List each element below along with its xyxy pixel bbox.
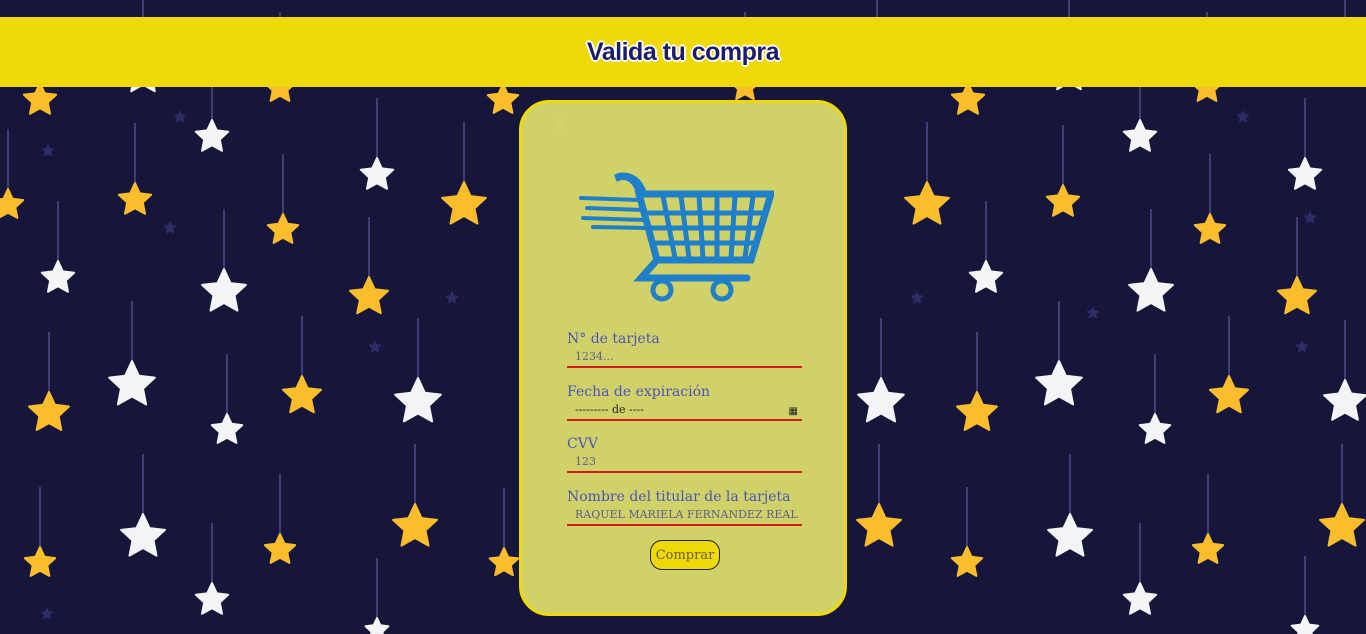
- star-icon: [856, 503, 902, 547]
- star-icon: [349, 276, 389, 315]
- star-icon: [1191, 533, 1225, 564]
- card-number-field: N° de tarjeta 1234...: [567, 331, 802, 368]
- cvv-input[interactable]: 123: [567, 454, 802, 473]
- star-icon: [28, 391, 70, 431]
- star-icon: [117, 182, 153, 215]
- page-title: Valida tu compra: [586, 37, 780, 66]
- star-icon: [22, 82, 58, 115]
- small-star-icon: [173, 110, 187, 123]
- cvv-field: CVV 123: [567, 436, 802, 473]
- small-star-icon: [368, 340, 382, 353]
- star-icon: [441, 181, 487, 225]
- card-number-label: N° de tarjeta: [567, 331, 660, 347]
- star-icon: [201, 268, 247, 312]
- small-star-icon: [1295, 340, 1309, 353]
- star-icon: [950, 82, 986, 115]
- star-icon: [282, 375, 322, 414]
- star-icon: [1319, 503, 1365, 547]
- small-star-icon: [1303, 211, 1317, 224]
- card-number-input[interactable]: 1234...: [567, 349, 802, 368]
- star-icon: [359, 157, 395, 190]
- small-star-icon: [41, 144, 55, 157]
- expiration-field: Fecha de expiración --------- de ---- ▦: [567, 384, 802, 421]
- star-icon: [40, 260, 76, 293]
- star-icon: [1047, 513, 1093, 557]
- expiration-value: --------- de ----: [575, 403, 644, 416]
- star-icon: [392, 503, 438, 547]
- star-icon: [950, 546, 984, 577]
- star-icon: [857, 377, 905, 423]
- star-icon: [1193, 213, 1227, 244]
- star-icon: [488, 547, 520, 577]
- star-icon: [956, 391, 998, 431]
- star-icon: [1209, 375, 1249, 414]
- holder-name-input[interactable]: RAQUEL MARIELA FERNANDEZ REAL: [567, 507, 802, 526]
- calendar-icon[interactable]: ▦: [789, 404, 798, 419]
- star-icon: [1138, 413, 1172, 444]
- star-icon: [1290, 615, 1320, 634]
- star-icon: [1122, 119, 1158, 152]
- shopping-cart-icon: [579, 172, 774, 302]
- star-icon: [904, 181, 950, 225]
- star-icon: [1277, 276, 1317, 315]
- star-icon: [0, 188, 25, 219]
- star-icon: [394, 377, 442, 423]
- payment-card: N° de tarjeta 1234... Fecha de expiració…: [519, 100, 847, 616]
- star-icon: [266, 213, 300, 244]
- star-icon: [194, 119, 230, 152]
- buy-button[interactable]: Comprar: [650, 540, 720, 570]
- small-star-icon: [1086, 306, 1100, 319]
- star-icon: [1287, 157, 1323, 190]
- small-star-icon: [163, 221, 177, 234]
- star-icon: [1323, 379, 1366, 421]
- star-icon: [120, 513, 166, 557]
- expiration-input[interactable]: --------- de ---- ▦: [567, 402, 802, 421]
- star-icon: [364, 617, 390, 634]
- cvv-label: CVV: [567, 436, 598, 452]
- header-bar: Valida tu compra: [0, 17, 1366, 87]
- star-icon: [1035, 360, 1083, 406]
- star-icon: [108, 360, 156, 406]
- star-icon: [968, 260, 1004, 293]
- small-star-icon: [40, 607, 54, 620]
- small-star-icon: [445, 291, 459, 304]
- star-icon: [194, 582, 230, 615]
- holder-name-label: Nombre del titular de la tarjeta: [567, 489, 791, 505]
- expiration-label: Fecha de expiración: [567, 384, 711, 400]
- star-icon: [1128, 268, 1174, 312]
- star-icon: [1045, 184, 1081, 217]
- star-icon: [486, 83, 520, 114]
- holder-name-field: Nombre del titular de la tarjeta RAQUEL …: [567, 489, 802, 526]
- star-icon: [23, 546, 57, 577]
- star-icon: [210, 413, 244, 444]
- small-star-icon: [910, 291, 924, 304]
- small-star-icon: [1236, 110, 1250, 123]
- star-icon: [1122, 582, 1158, 615]
- star-icon: [263, 533, 297, 564]
